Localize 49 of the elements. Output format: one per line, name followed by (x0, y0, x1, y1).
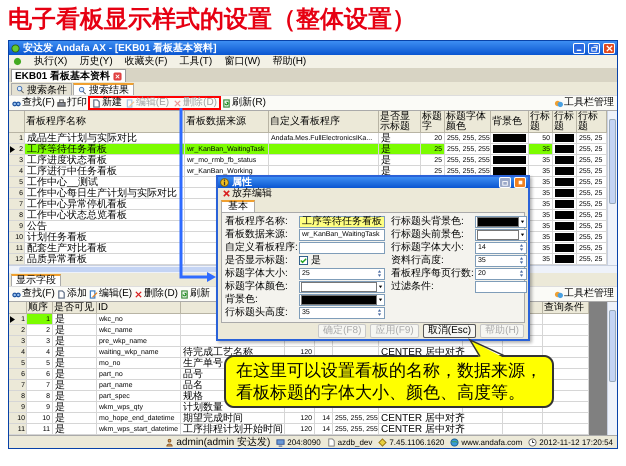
field-label: 资料行高度: (391, 256, 445, 266)
table-cell: 是 (53, 347, 97, 358)
table-cell: 工序等待任务看板 (25, 144, 185, 155)
field-label: 自定义看板程序: (225, 242, 299, 253)
table-cell: 公告 (25, 221, 185, 232)
dialog-title: 属性 (232, 177, 252, 188)
field-label: 行标题字体大小: (391, 242, 465, 253)
table-cell: 是 (53, 314, 97, 325)
slide-heading: 电子看板显示样式的设置（整体设置） (7, 5, 417, 35)
checkbox-label: 是 (311, 256, 321, 266)
status-text: 204:8090 (287, 438, 321, 446)
window-title: 安达发 Andafa AX - [EKB01 看板基本资料] (23, 42, 218, 54)
table-cell: 工作中心每日生产计划与实际对比 (25, 188, 185, 199)
field-label: 看板程序每页行数: (391, 268, 475, 279)
field-label: 标题字体大小: (225, 268, 289, 279)
status-text: admin(admin 安达发) (176, 436, 270, 449)
status-text: azdb_dev (338, 438, 372, 446)
status-text: 2012-11-12 17:20:54 (539, 438, 613, 446)
table-cell: 工作中心__测试 (25, 177, 185, 188)
table-cell: 是 (53, 358, 97, 369)
table-cell: 工作中心异常停机看板 (25, 199, 185, 210)
table-cell: 工作中心状态总览看板 (25, 210, 185, 221)
table-cell: 期望完成时间 (181, 413, 285, 424)
table-cell: 是 (53, 369, 97, 380)
table-cell: 工序进行中任务看板 (25, 166, 185, 177)
tab-label: EKB01 看板基本资料 (15, 70, 110, 83)
status-text: 7.45.1106.1620 (389, 438, 444, 446)
table-cell: 是 (53, 325, 97, 336)
table-cell: 是 (53, 336, 97, 347)
field-label: 行标题头高度: (225, 308, 289, 318)
table-cell: 配套生产对比看板 (25, 243, 185, 254)
field-label: 是否显示标题: (225, 256, 289, 266)
field-label: 过滤条件: (391, 282, 435, 292)
field-label: 看板数据来源: (225, 230, 289, 240)
table-cell: 工序进度状态看板 (25, 155, 185, 166)
table-cell: 计划任务看板 (25, 232, 185, 243)
field-label: 行标题头前景色: (391, 230, 465, 240)
table-cell: 是 (53, 391, 97, 402)
field-label: 背景色: (225, 294, 259, 305)
table-cell: 是 (53, 413, 97, 424)
table-cell: 是 (53, 402, 97, 413)
field-label: 看板程序名称: (225, 216, 289, 227)
table-cell: CENTER 居中对齐 (379, 413, 463, 424)
table-cell: 是 (379, 144, 421, 155)
field-label: 标题字体颜色: (225, 282, 289, 292)
field-label: 行标题头背景色: (391, 216, 465, 227)
table-cell: 是 (379, 155, 421, 166)
table-cell: 是 (53, 380, 97, 391)
status-text: www.andafa.com (461, 438, 522, 446)
